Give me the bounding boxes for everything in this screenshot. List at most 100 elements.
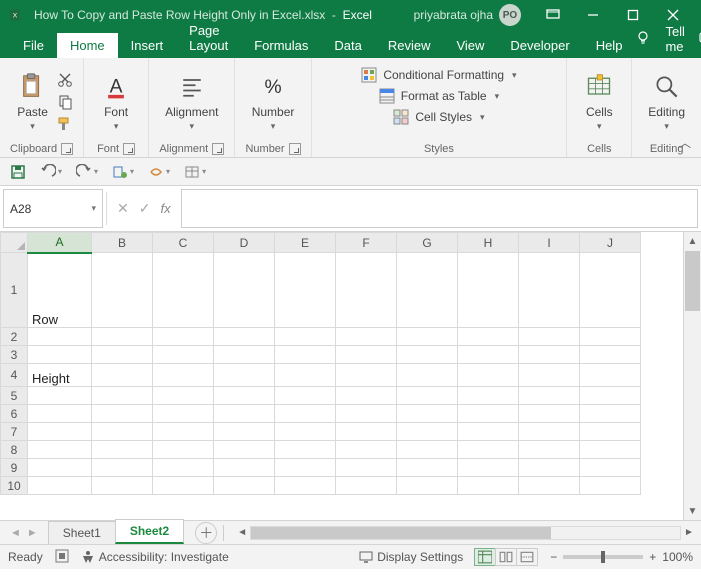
row-header[interactable]: 2 [1, 328, 28, 346]
scrollbar-thumb[interactable] [251, 527, 551, 539]
col-header[interactable]: E [275, 233, 336, 253]
scroll-left-icon[interactable]: ◄ [234, 527, 250, 538]
tab-file[interactable]: File [10, 33, 57, 58]
insert-function-icon[interactable]: fx [160, 201, 170, 216]
new-sheet-button[interactable]: ＋ [195, 522, 217, 544]
search-icon [651, 71, 683, 103]
row-header[interactable]: 10 [1, 477, 28, 495]
format-painter-icon[interactable] [57, 116, 73, 132]
alignment-dialog-launcher[interactable] [212, 143, 224, 155]
col-header[interactable]: D [214, 233, 275, 253]
tab-review[interactable]: Review [375, 33, 444, 58]
alignment-button[interactable]: Alignment ▾ [159, 69, 224, 134]
name-box[interactable]: A28 ▾ [3, 189, 103, 228]
col-header[interactable]: H [458, 233, 519, 253]
horizontal-scrollbar[interactable]: ◄ ► [230, 526, 701, 540]
scroll-right-icon[interactable]: ► [681, 527, 697, 538]
col-header[interactable]: B [92, 233, 153, 253]
tab-help[interactable]: Help [583, 33, 636, 58]
accessibility-status[interactable]: Accessibility: Investigate [81, 550, 229, 564]
quick-access-item[interactable]: ▾ [148, 164, 170, 180]
quick-access-item[interactable]: ▾ [112, 164, 134, 180]
row-header[interactable]: 4 [1, 364, 28, 387]
col-header[interactable]: G [397, 233, 458, 253]
enter-formula-icon[interactable]: ✓ [139, 200, 151, 217]
grid-table[interactable]: A B C D E F G H I J 1Row 2 3 4Height 5 6… [0, 232, 641, 495]
editing-button[interactable]: Editing ▾ [642, 69, 691, 134]
cells-button[interactable]: Cells ▾ [577, 69, 621, 134]
col-header[interactable]: J [580, 233, 641, 253]
col-header[interactable]: F [336, 233, 397, 253]
cell[interactable]: Row [28, 253, 92, 328]
row-header[interactable]: 7 [1, 423, 28, 441]
display-settings-button[interactable]: Display Settings [359, 550, 463, 564]
clipboard-dialog-launcher[interactable] [61, 143, 73, 155]
scroll-up-icon[interactable]: ▲ [684, 232, 701, 250]
sheet-tab[interactable]: Sheet2 [115, 519, 184, 544]
save-icon[interactable] [10, 164, 26, 180]
sheet-nav-next[interactable]: ► [27, 527, 38, 539]
row-header[interactable]: 6 [1, 405, 28, 423]
page-layout-view-button[interactable] [495, 548, 517, 566]
ribbon-display-options[interactable] [533, 0, 573, 30]
group-clipboard: Paste ▾ Clipboard [0, 58, 84, 157]
conditional-formatting-button[interactable]: Conditional Formatting▾ [357, 66, 520, 84]
status-ready: Ready [8, 550, 43, 564]
cell-styles-button[interactable]: Cell Styles▾ [389, 108, 488, 126]
paste-button[interactable]: Paste ▾ [11, 69, 55, 134]
row-header[interactable]: 3 [1, 346, 28, 364]
zoom-out-button[interactable]: − [550, 550, 557, 564]
tab-home[interactable]: Home [57, 33, 118, 58]
chevron-down-icon: ▾ [30, 121, 35, 132]
collapse-ribbon-button[interactable]: ︿ [679, 134, 691, 151]
select-all-corner[interactable] [1, 233, 28, 253]
minimize-button[interactable] [573, 0, 613, 30]
vertical-scrollbar[interactable]: ▲ ▼ [683, 232, 701, 520]
tab-data[interactable]: Data [321, 33, 374, 58]
undo-button[interactable]: ▾ [40, 164, 62, 180]
cancel-formula-icon[interactable]: ✕ [117, 200, 129, 217]
zoom-slider[interactable] [563, 555, 643, 559]
sheet-tab-bar: ◄ ► Sheet1 Sheet2 ＋ ◄ ► [0, 520, 701, 544]
formula-input[interactable] [181, 189, 698, 228]
font-dialog-launcher[interactable] [123, 143, 135, 155]
quick-access-item[interactable]: ▾ [184, 164, 206, 180]
row-header[interactable]: 8 [1, 441, 28, 459]
row-header[interactable]: 5 [1, 387, 28, 405]
page-break-view-button[interactable] [516, 548, 538, 566]
font-button[interactable]: A Font ▾ [94, 69, 138, 134]
redo-button[interactable]: ▾ [76, 164, 98, 180]
row-header[interactable]: 9 [1, 459, 28, 477]
zoom-control[interactable]: − + 100% [550, 550, 693, 564]
col-header[interactable]: C [153, 233, 214, 253]
lightbulb-icon[interactable] [635, 30, 651, 49]
col-header[interactable]: I [519, 233, 580, 253]
sheet-tab[interactable]: Sheet1 [48, 521, 116, 544]
cut-icon[interactable] [57, 72, 73, 88]
tab-developer[interactable]: Developer [497, 33, 582, 58]
chevron-down-icon[interactable]: ▾ [91, 203, 96, 214]
zoom-level[interactable]: 100% [662, 550, 693, 564]
tab-page-layout[interactable]: Page Layout [176, 18, 241, 58]
tell-me[interactable]: Tell me [665, 24, 685, 54]
scrollbar-thumb[interactable] [685, 251, 700, 311]
format-as-table-button[interactable]: Format as Table▾ [375, 87, 503, 105]
number-dialog-launcher[interactable] [289, 143, 301, 155]
tab-view[interactable]: View [443, 33, 497, 58]
macro-record-icon[interactable] [55, 549, 69, 566]
col-header[interactable]: A [28, 233, 92, 253]
scroll-down-icon[interactable]: ▼ [684, 502, 701, 520]
cell[interactable]: Height [28, 364, 92, 387]
user-avatar[interactable]: PO [499, 4, 521, 26]
group-font: A Font ▾ Font [84, 58, 149, 157]
tab-formulas[interactable]: Formulas [241, 33, 321, 58]
menu-tabs: File Home Insert Page Layout Formulas Da… [0, 30, 701, 58]
user-name[interactable]: priyabrata ojha [414, 8, 493, 22]
copy-icon[interactable] [57, 94, 73, 110]
row-header[interactable]: 1 [1, 253, 28, 328]
normal-view-button[interactable] [474, 548, 496, 566]
number-button[interactable]: % Number ▾ [246, 69, 301, 134]
tab-insert[interactable]: Insert [118, 33, 177, 58]
sheet-nav-prev[interactable]: ◄ [10, 527, 21, 539]
zoom-in-button[interactable]: + [649, 550, 656, 564]
